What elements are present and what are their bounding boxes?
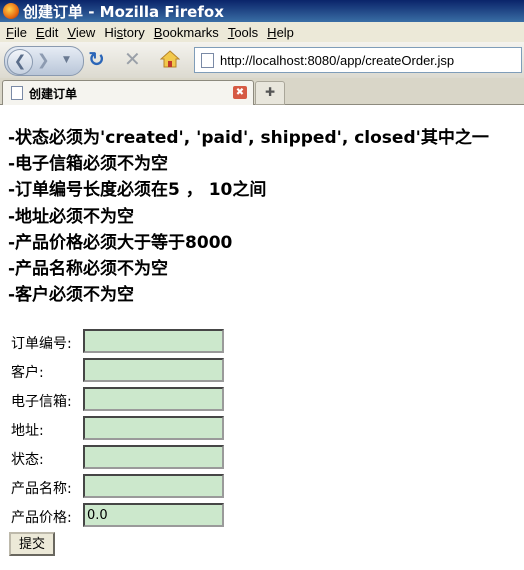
menu-tools-rest: ools (234, 24, 259, 40)
status-label: 状态: (11, 452, 44, 468)
stop-icon[interactable]: ✕ (124, 49, 141, 69)
firefox-logo-icon (3, 3, 19, 19)
order-number-label: 订单编号: (11, 336, 72, 352)
menu-view-accel: V (67, 24, 76, 40)
menu-bookmarks[interactable]: Bookmarks (154, 25, 219, 40)
tab-label: 创建订单 (29, 86, 78, 101)
menu-file-rest: ile (13, 24, 27, 40)
forward-button[interactable]: ❯ (37, 51, 50, 69)
product-name-label: 产品名称: (11, 481, 72, 497)
rule-price: -产品价格必须大于等于8000 (8, 232, 233, 253)
menu-help[interactable]: Help (267, 25, 294, 40)
customer-input[interactable] (83, 358, 224, 382)
submit-button[interactable]: 提交 (9, 532, 55, 556)
validation-rules: -状态必须为'created', 'paid', shipped', close… (8, 125, 524, 308)
order-number-input[interactable] (83, 329, 224, 353)
menu-history[interactable]: History (104, 25, 144, 40)
new-tab-button[interactable]: ✚ (255, 81, 285, 105)
product-price-input[interactable] (83, 503, 224, 527)
rule-product-name: -产品名称必须不为空 (8, 258, 169, 279)
menu-history-pre: Hi (104, 24, 117, 40)
rule-order-number: -订单编号长度必须在5 ， 10之间 (8, 180, 267, 201)
tab-strip: 创建订单 ✖ ✚ (0, 78, 524, 105)
tab-create-order[interactable]: 创建订单 ✖ (2, 80, 254, 105)
menu-edit-rest: dit (44, 24, 59, 40)
menu-history-rest: tory (123, 24, 145, 40)
rule-email: -电子信箱必须不为空 (8, 154, 169, 175)
back-forward-group: ❮ ❯ ▼ (4, 46, 84, 76)
menu-tools[interactable]: Tools (228, 25, 258, 40)
tab-page-icon (11, 86, 23, 100)
product-name-input[interactable] (83, 474, 224, 498)
rule-customer: -客户必须不为空 (8, 285, 135, 306)
email-label: 电子信箱: (11, 394, 72, 410)
menu-bookmarks-rest: ookmarks (162, 24, 219, 40)
url-text[interactable]: http://localhost:8080/app/createOrder.js… (220, 53, 454, 68)
tab-close-icon[interactable]: ✖ (233, 86, 247, 99)
menu-view[interactable]: View (67, 25, 95, 40)
reload-icon[interactable]: ↻ (88, 49, 105, 69)
home-icon[interactable] (159, 49, 181, 72)
history-dropdown-icon[interactable]: ▼ (63, 55, 70, 65)
window-titlebar: 创建订单 - Mozilla Firefox (0, 0, 524, 22)
menu-edit[interactable]: Edit (36, 25, 58, 40)
product-price-label: 产品价格: (11, 510, 72, 526)
customer-label: 客户: (11, 365, 44, 381)
url-bar[interactable]: http://localhost:8080/app/createOrder.js… (194, 47, 522, 73)
window-title: 创建订单 - Mozilla Firefox (23, 2, 224, 21)
menu-help-accel: H (267, 24, 277, 40)
page-icon (201, 52, 214, 68)
address-input[interactable] (83, 416, 224, 440)
menu-edit-accel: E (35, 24, 45, 40)
menu-file[interactable]: File (6, 25, 27, 40)
menu-help-rest: elp (276, 24, 294, 40)
menu-view-rest: iew (75, 24, 96, 40)
address-label: 地址: (11, 423, 44, 439)
rule-status: -状态必须为'created', 'paid', shipped', close… (8, 128, 489, 148)
menu-bar: File Edit View History Bookmarks Tools H… (0, 22, 524, 42)
status-input[interactable] (83, 445, 224, 469)
email-input[interactable] (83, 387, 224, 411)
back-button[interactable]: ❮ (7, 49, 33, 75)
page-content: -状态必须为'created', 'paid', shipped', close… (0, 105, 524, 570)
rule-address: -地址必须不为空 (8, 206, 135, 227)
menu-file-accel: F (6, 24, 14, 40)
